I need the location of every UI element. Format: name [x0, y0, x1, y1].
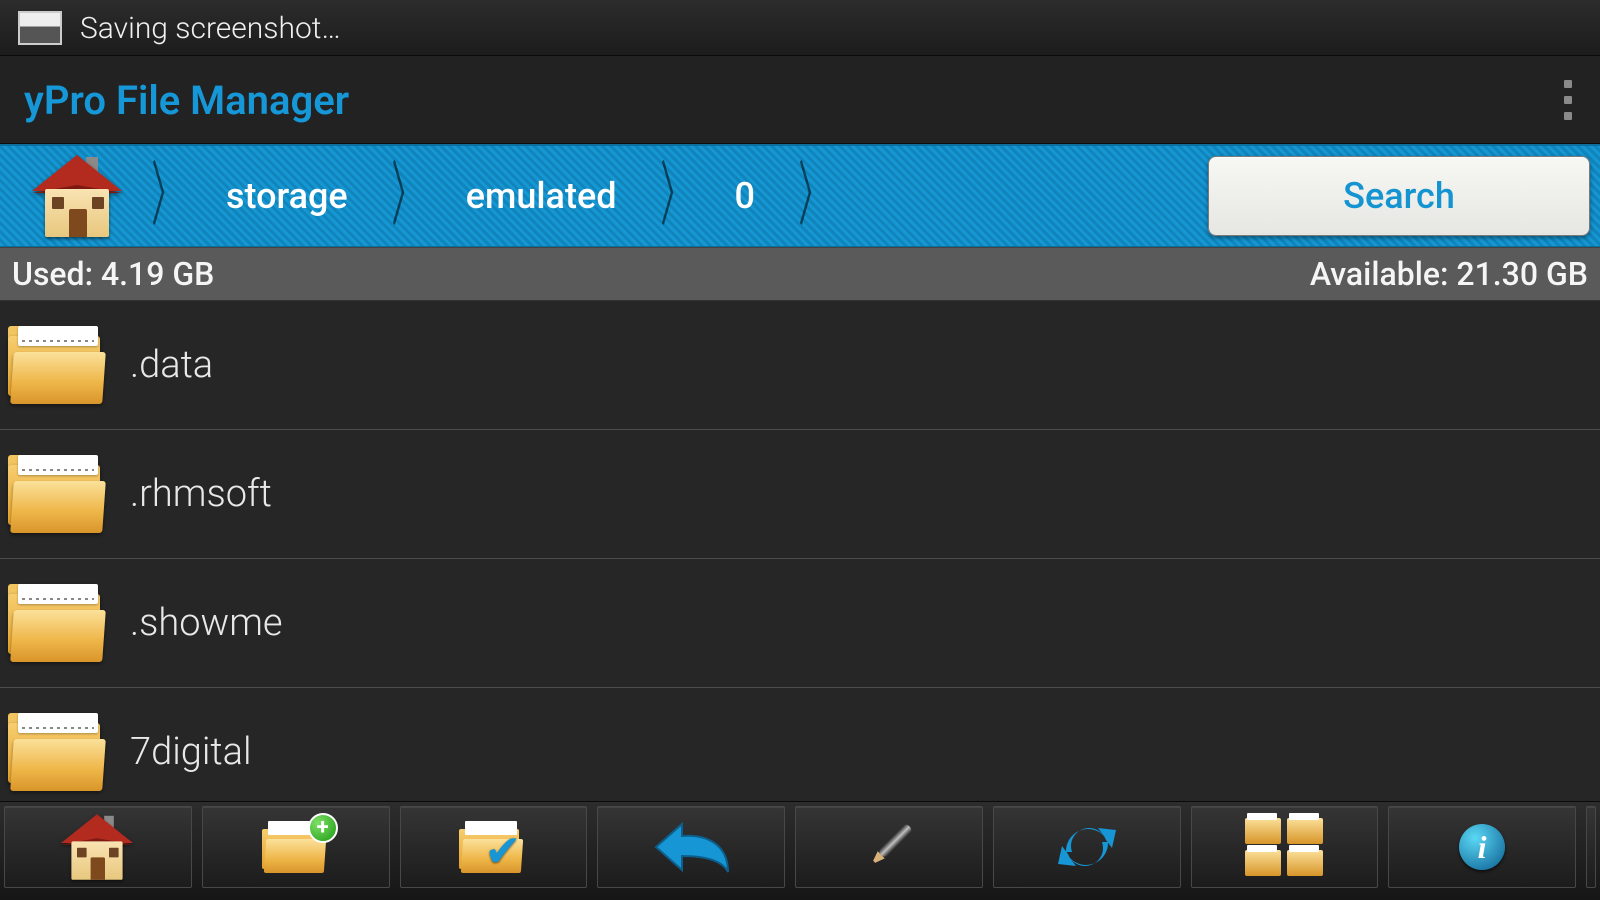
storage-used: Used: 4.19 GB	[12, 255, 214, 293]
new-folder-button[interactable]: +	[202, 806, 390, 888]
breadcrumb-segment[interactable]: emulated	[436, 175, 647, 217]
refresh-button[interactable]	[993, 806, 1181, 888]
folder-icon	[8, 326, 108, 404]
chevron-right-icon: 〉	[798, 161, 830, 231]
home-icon[interactable]	[32, 155, 122, 237]
file-name: .rhmsoft	[130, 472, 272, 516]
breadcrumb-bar: 〉 storage 〉 emulated 〉 0 〉 Search	[0, 144, 1600, 247]
home-button[interactable]	[4, 806, 192, 888]
storage-info-bar: Used: 4.19 GB Available: 21.30 GB	[0, 247, 1600, 301]
folder-icon	[8, 455, 108, 533]
toolbar-overflow[interactable]	[1586, 806, 1596, 888]
status-text: Saving screenshot…	[80, 11, 341, 46]
edit-pen-icon	[854, 812, 924, 882]
multi-view-button[interactable]	[1191, 806, 1379, 888]
search-button[interactable]: Search	[1208, 156, 1590, 236]
folder-icon	[8, 584, 108, 662]
list-item[interactable]: .rhmsoft	[0, 430, 1600, 559]
back-button[interactable]	[597, 806, 785, 888]
chevron-right-icon: 〉	[151, 161, 183, 231]
list-item[interactable]: .data	[0, 301, 1600, 430]
edit-button[interactable]	[795, 806, 983, 888]
file-list[interactable]: .data .rhmsoft .showme 7digital	[0, 301, 1600, 816]
multi-folder-icon	[1245, 818, 1323, 876]
app-title: yPro File Manager	[24, 77, 349, 124]
file-name: .showme	[130, 601, 283, 645]
home-icon	[61, 814, 133, 880]
overflow-menu-button[interactable]	[1560, 70, 1576, 130]
chevron-right-icon: 〉	[391, 161, 423, 231]
info-button[interactable]: i	[1388, 806, 1576, 888]
new-folder-icon: +	[262, 821, 330, 873]
storage-available: Available: 21.30 GB	[1310, 255, 1588, 293]
title-bar: yPro File Manager	[0, 56, 1600, 144]
breadcrumb-segment[interactable]: storage	[196, 175, 378, 217]
file-name: .data	[130, 343, 213, 387]
refresh-icon	[1054, 818, 1120, 876]
screenshot-icon	[18, 11, 62, 45]
file-name: 7digital	[130, 730, 252, 774]
status-bar: Saving screenshot…	[0, 0, 1600, 56]
bottom-toolbar: + ✔	[0, 801, 1600, 900]
select-folder-icon: ✔	[459, 821, 527, 873]
back-arrow-icon	[652, 820, 730, 874]
breadcrumb-segment[interactable]: 0	[705, 175, 785, 217]
select-button[interactable]: ✔	[400, 806, 588, 888]
info-icon: i	[1459, 824, 1505, 870]
folder-icon	[8, 713, 108, 791]
list-item[interactable]: .showme	[0, 559, 1600, 688]
list-item[interactable]: 7digital	[0, 688, 1600, 816]
chevron-right-icon: 〉	[660, 161, 692, 231]
